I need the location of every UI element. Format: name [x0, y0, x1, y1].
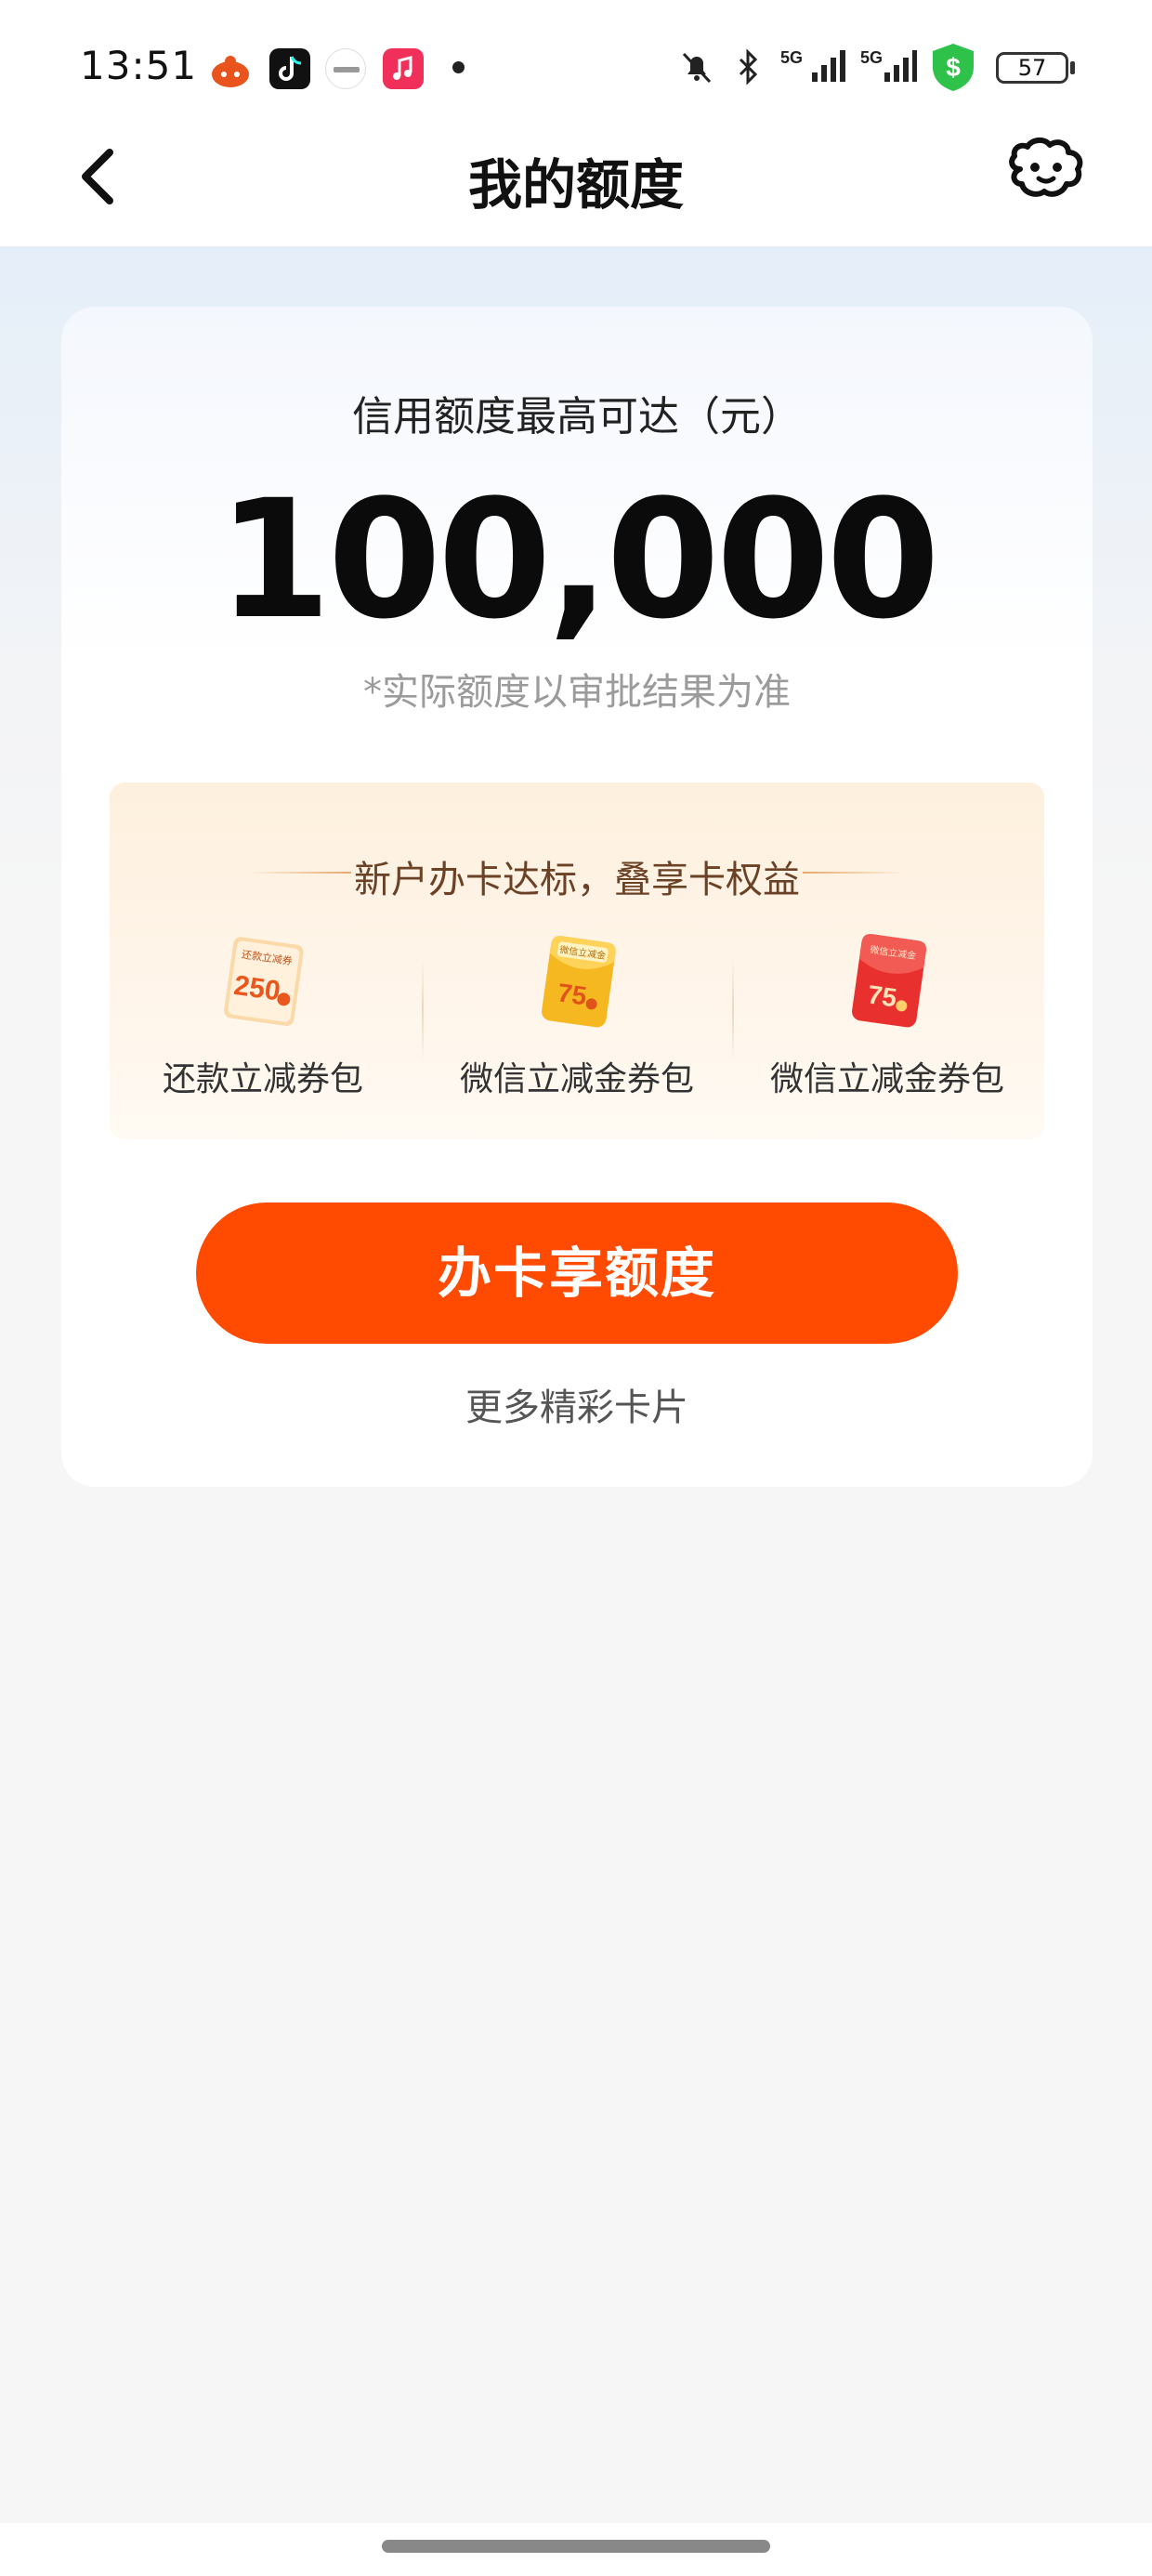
benefit-item-wechat-2[interactable]: 微信立减金 75 微信立减金券包	[734, 929, 1041, 1115]
apply-card-button[interactable]: 办卡享额度	[196, 1203, 958, 1344]
limit-label: 信用额度最高可达（元）	[352, 393, 802, 440]
bluetooth-icon	[739, 48, 758, 85]
home-indicator[interactable]	[382, 2540, 770, 2553]
svg-text:250: 250	[232, 970, 282, 1007]
page: 13:51 5G 5G $ 57 我的额度 信用额度最高可达（元） 100,00…	[0, 0, 1152, 2576]
limit-note: *实际额度以审批结果为准	[363, 671, 791, 714]
more-notifications-dot	[452, 61, 465, 73]
wechat-red-envelope-icon: 微信立减金 75	[852, 934, 926, 1028]
signal-5g-icon-2: 5G	[860, 48, 917, 82]
battery-tip	[1070, 61, 1075, 74]
svg-text:$: $	[946, 53, 961, 82]
svg-text:5G: 5G	[860, 48, 883, 67]
music-icon	[383, 48, 424, 89]
benefit-item-wechat-1[interactable]: 微信立减金 75 微信立减金券包	[424, 929, 730, 1115]
svg-text:75: 75	[556, 978, 588, 1010]
tiktok-icon	[269, 48, 310, 89]
benefit-item-label: 微信立减金券包	[459, 1060, 694, 1098]
benefits-panel: 新户办卡达标，叠享卡权益 还款立减券 250 还款立减券包 微信立减金 75 微…	[110, 782, 1044, 1139]
notification-app-icon	[210, 48, 251, 89]
benefit-item-repayment[interactable]: 还款立减券 250 还款立减券包	[110, 929, 416, 1115]
benefits-title: 新户办卡达标，叠享卡权益	[354, 859, 800, 901]
battery-indicator: 57	[996, 52, 1068, 84]
svg-text:75: 75	[866, 979, 898, 1012]
svg-text:5G: 5G	[780, 48, 803, 67]
security-shield-icon: $	[933, 44, 974, 91]
benefit-item-label: 还款立减券包	[162, 1060, 363, 1098]
realme-icon	[325, 48, 366, 89]
status-time: 13:51	[80, 43, 198, 88]
benefit-item-label: 微信立减金券包	[769, 1060, 1004, 1098]
page-title: 我的额度	[467, 153, 684, 217]
repayment-coupon-icon: 还款立减券 250	[224, 937, 304, 1026]
signal-5g-icon-1: 5G	[780, 48, 845, 82]
credit-limit-card: 信用额度最高可达（元） 100,000 *实际额度以审批结果为准 新户办卡达标，…	[61, 307, 1093, 1487]
limit-amount: 100,000	[217, 465, 940, 655]
bell-mute-icon	[682, 52, 712, 84]
title-decor-line-right	[803, 872, 905, 874]
nav-bar: 我的额度	[0, 102, 1152, 246]
more-cards-link[interactable]: 更多精彩卡片	[61, 1377, 1093, 1431]
wechat-coupon-gold-icon: 微信立减金 75	[542, 936, 616, 1028]
customer-service-icon[interactable]	[1003, 136, 1089, 210]
